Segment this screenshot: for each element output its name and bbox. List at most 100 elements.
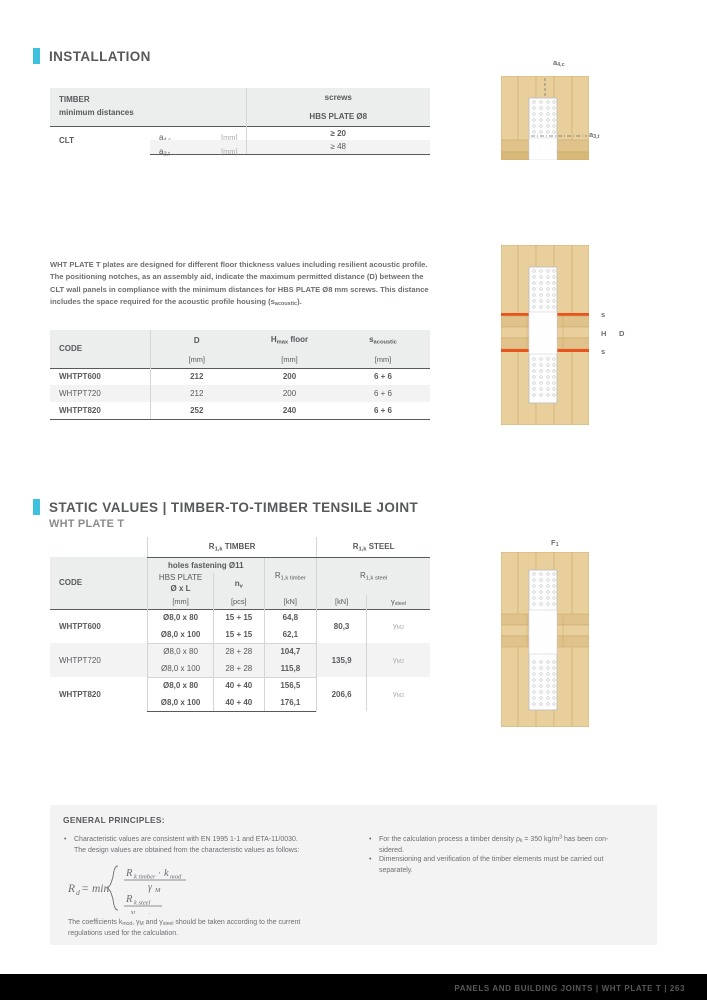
gp-right-b1-line2: sidered. [379, 847, 404, 855]
bullet-marker: • [64, 836, 67, 843]
cell-d: 252 [149, 402, 243, 420]
cell-nv: 28 + 28 [213, 660, 265, 678]
figure-1-label-a3t: a3,t [589, 130, 600, 141]
header-unit-nv: [pcs] [213, 595, 265, 609]
cell-d: 212 [149, 367, 243, 385]
table-row: CLT a4,c [mm] ≥ 20 [50, 125, 430, 154]
cell-r-timber: 176,1 [263, 694, 317, 712]
figure-1-label-a4c: a4,c [553, 58, 565, 69]
header-unit-d: [mm] [149, 351, 243, 368]
gp-right-b1-line1: For the calculation process a timber den… [379, 835, 609, 845]
header-hmax: Hmax floor [243, 330, 336, 351]
group-header-timber: R1,k TIMBER [147, 537, 317, 558]
header-hbs-line2: Ø x L [170, 584, 191, 593]
formula-drawing: R d = min R k timber · k mod γ M R k ste… [67, 865, 186, 920]
figure-floor-thickness: s H D s [501, 245, 624, 425]
cell-code: WHTPT720 [59, 389, 101, 398]
cell-sac: 6 + 6 [373, 389, 392, 398]
header-hbs-plate: HBS PLATE Ø8 [245, 107, 430, 126]
cell-sac: 6 + 6 [336, 367, 430, 385]
svg-text:steel: steel [138, 913, 150, 914]
cell-unit-a3t: [mm] [221, 146, 238, 156]
table-geometry: CODE D Hmax floor sacoustic [mm] [mm] [m… [50, 330, 430, 420]
table-row: WHTPT720 Ø8,0 x 80 28 + 28 104,7 135,9 γ… [50, 643, 430, 677]
cell-code: WHTPT600 [50, 367, 150, 385]
table-row: WHTPT600 212 200 6 + 6 [50, 367, 430, 385]
gp-left-b1-line2: The design values are obtained from the … [74, 846, 300, 854]
cell-hbs: Ø8,0 x 80 [147, 608, 214, 626]
header-nv: nv [213, 573, 265, 595]
svg-text:·: · [158, 868, 161, 878]
figure-installation-distances: a4,c a3,t [501, 58, 599, 160]
figure-2-label-d: D [619, 329, 625, 338]
svg-text:M: M [154, 887, 161, 894]
formula-lhs: R [68, 883, 75, 895]
cell-nv: 40 + 40 [213, 694, 265, 712]
cell-nv: 40 + 40 [213, 677, 265, 694]
cell-gamma: γM2 [366, 643, 430, 677]
cell-gamma: γM2 [366, 677, 430, 711]
cell-nv: 15 + 15 [213, 626, 265, 644]
bullet-marker: • [369, 856, 372, 863]
cell-d: 212 [149, 385, 243, 402]
svg-text:R: R [125, 868, 133, 879]
header-timber-line2: minimum distances [59, 107, 134, 117]
cell-value-a3t: ≥ 48 [245, 140, 430, 155]
document-page: INSTALLATION TIMBER minimum distances sc… [0, 0, 707, 1000]
figure-tensile-joint: F1 [501, 538, 589, 727]
cell-code: WHTPT820 [59, 689, 101, 699]
section-title: INSTALLATION [49, 48, 151, 64]
figure-1-drawing [501, 76, 589, 160]
cell-r-steel: 206,6 [316, 677, 367, 711]
figure-2-label-s-bottom: s [601, 347, 606, 356]
table-row: WHTPT600 Ø8,0 x 80 15 + 15 64,8 80,3 γM2 [50, 608, 430, 643]
cell-hmax: 240 [243, 402, 336, 420]
cell-r-timber: 156,5 [263, 677, 317, 694]
header-unit-rtimber: [kN] [263, 595, 317, 609]
header-gamma-steel: γsteel [366, 595, 430, 609]
figure-3-label-f1: F1 [551, 538, 559, 549]
header-hbs-plate: HBS PLATE Ø x L [147, 573, 214, 595]
gp-left-bullet-1: Characteristic values are consistent wit… [74, 835, 354, 857]
table-row: TIMBER minimum distances screws [50, 88, 430, 126]
svg-text:R: R [125, 894, 133, 905]
description-paragraph: WHT PLATE T plates are designed for diff… [50, 260, 429, 308]
gp-left-note-line2: regulations used for the calculation. [68, 929, 179, 937]
header-d: D [149, 330, 243, 351]
header-r1k-steel: R1,k steel [316, 557, 430, 595]
figure-3-drawing [501, 552, 589, 727]
figure-2-label-s-top: s [601, 310, 606, 319]
cell-value-a4c: ≥ 20 [245, 125, 430, 140]
cell-hbs: Ø8,0 x 100 [147, 660, 214, 678]
svg-text:γ: γ [148, 882, 153, 893]
section-title: STATIC VALUES | TIMBER-TO-TIMBER TENSILE… [49, 499, 419, 515]
cell-hbs: Ø8,0 x 100 [147, 694, 214, 712]
table-row: WHTPT720 212 200 6 + 6 [50, 385, 430, 402]
header-unit-hmax: [mm] [243, 351, 336, 368]
section-subtitle: WHT PLATE T [49, 518, 125, 530]
table-static-values: R1,k TIMBER R1,k STEEL CODE holes fasten… [50, 537, 430, 712]
general-principles-title: GENERAL PRINCIPLES: [63, 815, 165, 825]
cell-sac: 6 + 6 [336, 402, 430, 420]
header-timber-cell: TIMBER minimum distances [50, 88, 246, 126]
cell-r-steel: 135,9 [316, 643, 367, 677]
svg-text:mod: mod [170, 874, 182, 881]
cell-code: WHTPT720 [59, 655, 101, 665]
cell-hbs: Ø8,0 x 80 [147, 677, 214, 694]
header-unit-hbs: [mm] [147, 595, 214, 609]
cell-code: WHTPT600 [50, 608, 148, 643]
svg-text:k steel: k steel [134, 900, 151, 907]
design-value-formula: R d = min R k timber · k mod γ M R k ste… [67, 862, 348, 920]
header-timber-line1: TIMBER [59, 95, 90, 105]
cell-hmax: 200 [282, 389, 297, 398]
gp-right-bullet-2: Dimensioning and verification of the tim… [379, 855, 654, 877]
cell-symbol-a4c: a4,c [mm] [150, 125, 246, 144]
table-row: WHTPT820 Ø8,0 x 80 40 + 40 156,5 206,6 γ… [50, 677, 430, 711]
cell-hmax: 200 [243, 367, 336, 385]
cell-r-timber: 115,8 [263, 660, 317, 678]
bullet-marker: • [369, 836, 372, 843]
cell-nv: 28 + 28 [213, 643, 265, 660]
header-code: CODE [50, 557, 148, 609]
cell-nv: 15 + 15 [213, 608, 265, 626]
group-header-steel: R1,k STEEL [316, 537, 430, 558]
